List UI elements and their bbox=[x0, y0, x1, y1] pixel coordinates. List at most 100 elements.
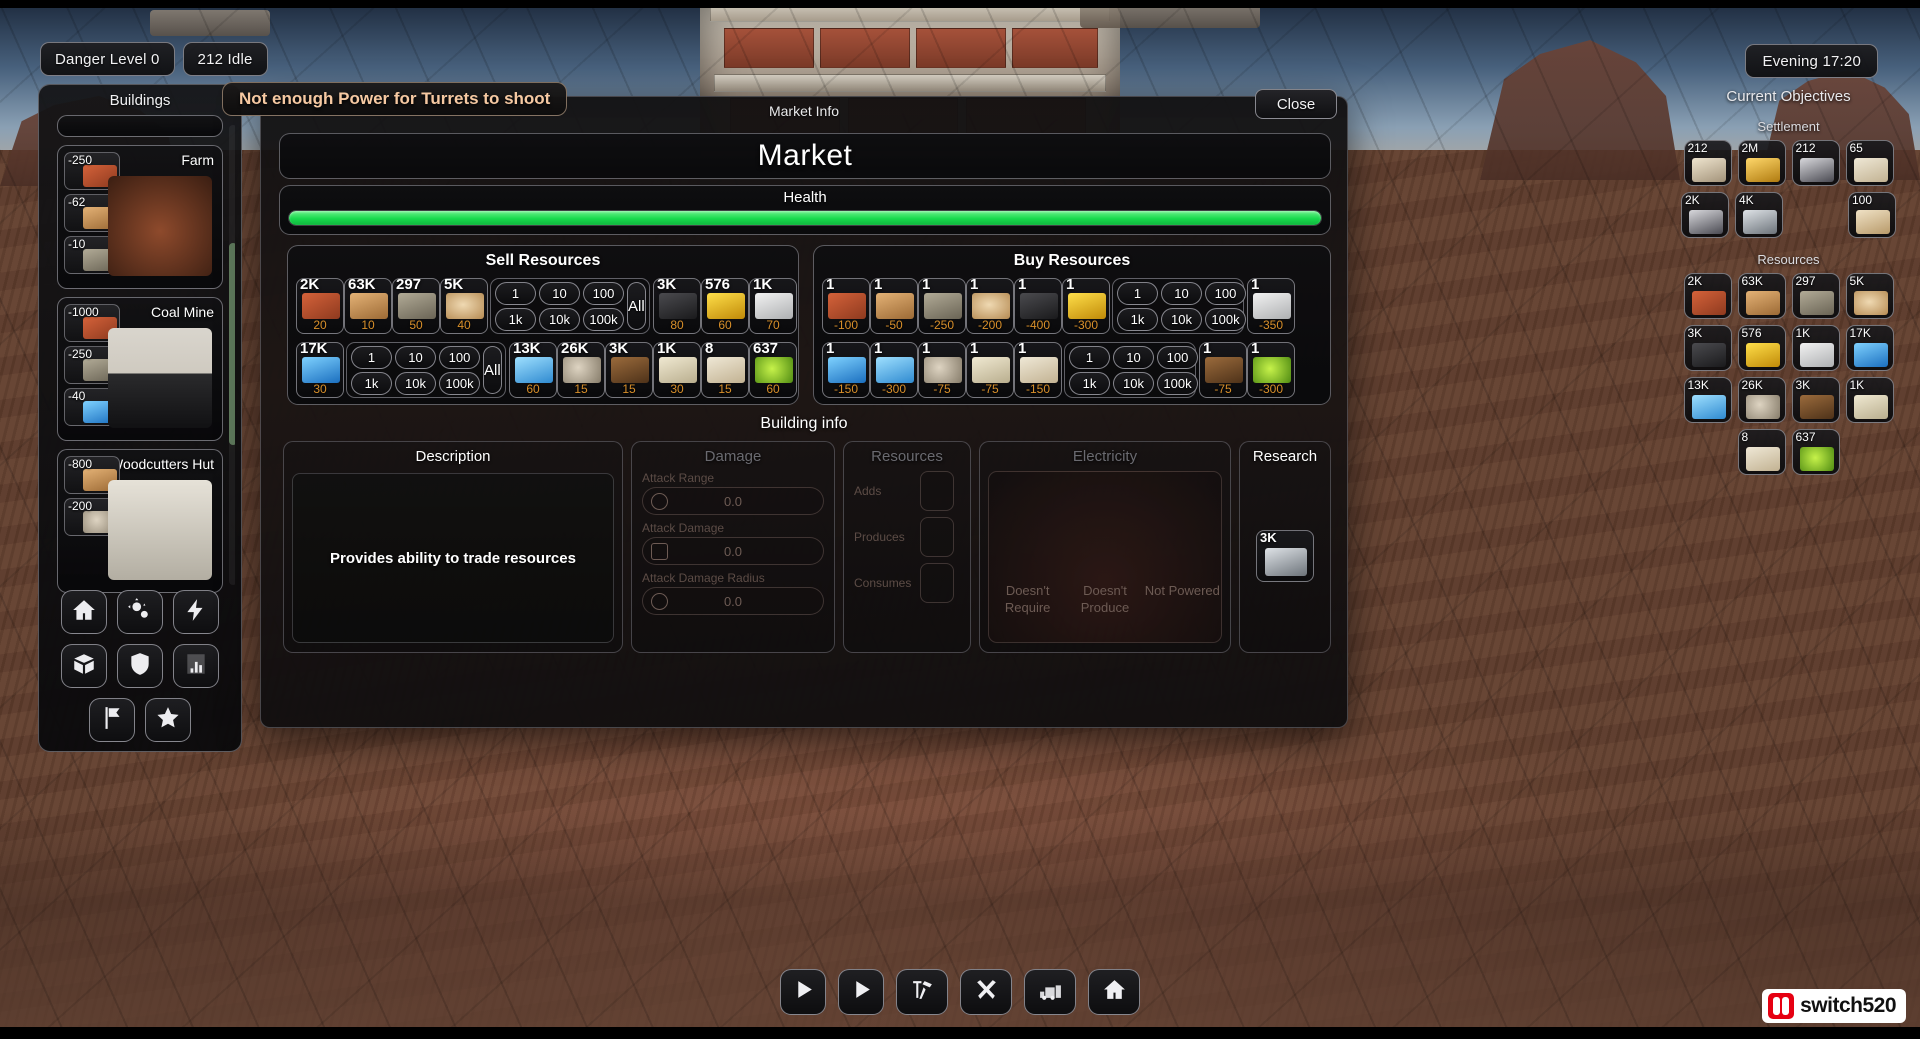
resource-tile[interactable]: 3K bbox=[1791, 377, 1840, 423]
close-button[interactable]: Close bbox=[1255, 89, 1337, 119]
sell-amount-all[interactable]: All bbox=[483, 346, 502, 394]
demolish-tool-button[interactable] bbox=[1024, 969, 1076, 1015]
buy-item-tile[interactable]: 1 -350 bbox=[1247, 277, 1295, 334]
settlement-tile[interactable]: 100 bbox=[1848, 192, 1896, 238]
sell-amount-100k[interactable]: 100k bbox=[583, 307, 624, 331]
buy-amount-10[interactable]: 10 bbox=[1161, 281, 1202, 305]
sell-item-tile[interactable]: 63K 10 bbox=[344, 277, 392, 334]
category-storage-button[interactable] bbox=[61, 644, 107, 688]
category-flag-button[interactable] bbox=[89, 698, 135, 742]
buy-amount-100k[interactable]: 100k bbox=[1157, 371, 1198, 395]
sell-item-tile[interactable]: 3K 15 bbox=[605, 341, 653, 398]
settlement-tile[interactable]: 2K bbox=[1681, 192, 1729, 238]
building-card-farm[interactable]: Farm -250 -62 -10 bbox=[57, 145, 223, 289]
buy-item-tile[interactable]: 1 -250 bbox=[918, 277, 966, 334]
resource-tile[interactable]: 8 bbox=[1737, 429, 1786, 475]
buy-amount-1[interactable]: 1 bbox=[1117, 281, 1158, 305]
sell-amount-100k[interactable]: 100k bbox=[439, 371, 480, 395]
sell-item-tile[interactable]: 297 50 bbox=[392, 277, 440, 334]
clock-chip[interactable]: Evening 17:20 bbox=[1745, 44, 1878, 78]
sell-amount-all[interactable]: All bbox=[627, 282, 646, 330]
settlement-tile[interactable]: 4K bbox=[1735, 192, 1783, 238]
settlement-tile[interactable]: 212 bbox=[1791, 140, 1840, 186]
category-stats-button[interactable] bbox=[173, 644, 219, 688]
build-tool-button[interactable] bbox=[896, 969, 948, 1015]
repair-tool-button[interactable] bbox=[960, 969, 1012, 1015]
buy-amount-100[interactable]: 100 bbox=[1157, 345, 1198, 369]
resource-tile[interactable]: 297 bbox=[1791, 273, 1840, 319]
resource-tile[interactable]: 63K bbox=[1737, 273, 1786, 319]
home-button[interactable] bbox=[1088, 969, 1140, 1015]
settlement-tile[interactable]: 212 bbox=[1683, 140, 1732, 186]
buy-amount-100k[interactable]: 100k bbox=[1205, 307, 1246, 331]
category-housing-button[interactable] bbox=[61, 590, 107, 634]
resource-tile[interactable]: 2K bbox=[1683, 273, 1732, 319]
sell-item-tile[interactable]: 637 60 bbox=[749, 341, 797, 398]
play-button[interactable] bbox=[780, 969, 826, 1015]
resource-tile[interactable]: 1K bbox=[1791, 325, 1840, 371]
building-card-woodcutters-hut[interactable]: Woodcutters Hut -800 -200 bbox=[57, 449, 223, 593]
sell-item-tile[interactable]: 26K 15 bbox=[557, 341, 605, 398]
resource-tile[interactable]: 1K bbox=[1845, 377, 1894, 423]
category-power-button[interactable] bbox=[173, 590, 219, 634]
category-special-button[interactable] bbox=[145, 698, 191, 742]
research-item-tile[interactable]: 3K bbox=[1256, 530, 1314, 582]
resource-tile[interactable]: 17K bbox=[1845, 325, 1894, 371]
buy-item-tile[interactable]: 1 -200 bbox=[966, 277, 1014, 334]
fast-forward-button[interactable] bbox=[838, 969, 884, 1015]
sell-item-tile[interactable]: 5K 40 bbox=[440, 277, 488, 334]
buy-item-tile[interactable]: 1 -150 bbox=[1014, 341, 1062, 398]
buy-amount-100[interactable]: 100 bbox=[1205, 281, 1246, 305]
resource-tile[interactable]: 26K bbox=[1737, 377, 1786, 423]
resource-tile[interactable]: 13K bbox=[1683, 377, 1732, 423]
sell-item-tile[interactable]: 3K 80 bbox=[653, 277, 701, 334]
buy-item-tile[interactable]: 1 -150 bbox=[822, 341, 870, 398]
resource-tile[interactable]: 5K bbox=[1845, 273, 1894, 319]
settlement-tile[interactable]: 2M bbox=[1737, 140, 1786, 186]
buy-amount-1[interactable]: 1 bbox=[1069, 345, 1110, 369]
buy-amount-1k[interactable]: 1k bbox=[1117, 307, 1158, 331]
danger-level-chip[interactable]: Danger Level 0 bbox=[40, 42, 175, 76]
building-card-coal-mine[interactable]: Coal Mine -1000 -250 -40 bbox=[57, 297, 223, 441]
buy-item-tile[interactable]: 1 -300 bbox=[870, 341, 918, 398]
sell-item-tile[interactable]: 1K 70 bbox=[749, 277, 797, 334]
sell-item-tile[interactable]: 13K 60 bbox=[509, 341, 557, 398]
settlement-tile[interactable]: 65 bbox=[1845, 140, 1894, 186]
sell-amount-1k[interactable]: 1k bbox=[351, 371, 392, 395]
buy-item-tile[interactable]: 1 -400 bbox=[1014, 277, 1062, 334]
sell-item-tile[interactable]: 1K 30 bbox=[653, 341, 701, 398]
buy-amount-10k[interactable]: 10k bbox=[1161, 307, 1202, 331]
sell-amount-1[interactable]: 1 bbox=[495, 281, 536, 305]
sell-amount-10k[interactable]: 10k bbox=[539, 307, 580, 331]
buy-item-tile[interactable]: 1 -300 bbox=[1247, 341, 1295, 398]
sell-item-tile[interactable]: 576 60 bbox=[701, 277, 749, 334]
buy-item-tile[interactable]: 1 -300 bbox=[1062, 277, 1110, 334]
resource-tile[interactable]: 576 bbox=[1737, 325, 1786, 371]
sell-item-tile[interactable]: 8 15 bbox=[701, 341, 749, 398]
resource-tile[interactable]: 637 bbox=[1791, 429, 1840, 475]
sell-amount-10k[interactable]: 10k bbox=[395, 371, 436, 395]
building-card-partial-top[interactable] bbox=[57, 115, 223, 137]
buy-item-tile[interactable]: 1 -75 bbox=[1199, 341, 1247, 398]
buy-item-tile[interactable]: 1 -75 bbox=[966, 341, 1014, 398]
sell-amount-1k[interactable]: 1k bbox=[495, 307, 536, 331]
buy-amount-10[interactable]: 10 bbox=[1113, 345, 1154, 369]
sell-amount-10[interactable]: 10 bbox=[539, 281, 580, 305]
idle-workers-chip[interactable]: 212 Idle bbox=[182, 42, 268, 76]
sell-amount-10[interactable]: 10 bbox=[395, 345, 436, 369]
sell-item-tile[interactable]: 17K 30 bbox=[296, 341, 344, 398]
sell-amount-100[interactable]: 100 bbox=[583, 281, 624, 305]
buildings-scrollbar-thumb[interactable] bbox=[229, 243, 235, 445]
sell-item-tile[interactable]: 2K 20 bbox=[296, 277, 344, 334]
resource-tile[interactable]: 3K bbox=[1683, 325, 1732, 371]
buy-item-tile[interactable]: 1 -75 bbox=[918, 341, 966, 398]
category-defense-button[interactable] bbox=[117, 644, 163, 688]
buy-item-tile[interactable]: 1 -100 bbox=[822, 277, 870, 334]
buy-item-tile[interactable]: 1 -50 bbox=[870, 277, 918, 334]
buy-amount-10k[interactable]: 10k bbox=[1113, 371, 1154, 395]
buy-amount-1k[interactable]: 1k bbox=[1069, 371, 1110, 395]
category-production-button[interactable] bbox=[117, 590, 163, 634]
sell-amount-100[interactable]: 100 bbox=[439, 345, 480, 369]
sell-amount-1[interactable]: 1 bbox=[351, 345, 392, 369]
letterbox-top bbox=[0, 0, 1920, 8]
